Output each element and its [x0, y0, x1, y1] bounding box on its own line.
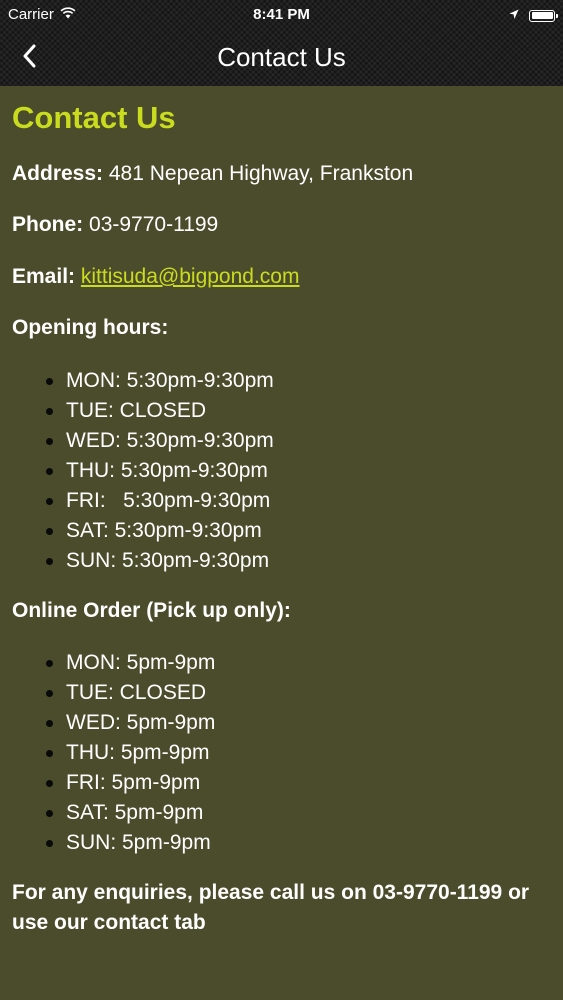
list-item: TUE: CLOSED — [45, 678, 215, 708]
list-item: WED: 5pm-9pm — [45, 708, 215, 738]
location-arrow-icon — [509, 7, 519, 24]
address-label: Address: — [12, 162, 104, 185]
contact-content: Contact Us Address: 481 Nepean Highway, … — [12, 86, 551, 934]
list-item: SAT: 5:30pm-9:30pm — [46, 516, 274, 546]
list-item: WED: 5:30pm-9:30pm — [46, 426, 274, 456]
phone-label: Phone: — [12, 213, 84, 236]
address-value: 481 Nepean Highway, Frankston — [108, 162, 414, 185]
online-order-list: MON: 5pm-9pm TUE: CLOSED WED: 5pm-9pm TH… — [12, 648, 215, 858]
list-item: FRI: 5:30pm-9:30pm — [46, 486, 274, 516]
page-heading: Contact Us — [12, 100, 176, 135]
opening-hours-heading: Opening hours: — [12, 316, 169, 339]
list-item: THU: 5:30pm-9:30pm — [46, 456, 274, 486]
opening-hours-list: MON: 5:30pm-9:30pm TUE: CLOSED WED: 5:30… — [12, 366, 274, 576]
list-item: MON: 5:30pm-9:30pm — [46, 366, 274, 396]
phone-line: Phone: 03-9770-1199 — [12, 211, 218, 239]
email-link[interactable]: kittisuda@bigpond.com — [81, 265, 300, 288]
online-order-heading: Online Order (Pick up only): — [12, 599, 291, 622]
list-item: FRI: 5pm-9pm — [45, 768, 215, 798]
navigation-bar: Contact Us — [0, 30, 563, 86]
list-item: TUE: CLOSED — [46, 396, 274, 426]
battery-icon — [529, 9, 558, 22]
nav-title: Contact Us — [217, 42, 346, 72]
address-line: Address: 481 Nepean Highway, Frankston — [12, 160, 413, 188]
list-item: SUN: 5pm-9pm — [45, 828, 215, 858]
enquiry-text: For any enquiries, please call us on 03-… — [12, 881, 530, 934]
list-item: SAT: 5pm-9pm — [45, 798, 215, 828]
phone-value: 03-9770-1199 — [89, 213, 219, 236]
email-label: Email: — [12, 265, 76, 288]
status-time: 8:41 PM — [253, 6, 310, 23]
list-item: SUN: 5:30pm-9:30pm — [46, 546, 274, 576]
status-bar: Carrier 8:41 PM — [0, 0, 563, 30]
status-right — [509, 7, 558, 24]
top-bar: Carrier 8:41 PM Contact Us — [0, 0, 563, 86]
email-line: Email: kittisuda@bigpond.com — [12, 263, 299, 291]
list-item: MON: 5pm-9pm — [45, 648, 215, 678]
list-item: THU: 5pm-9pm — [45, 738, 215, 768]
